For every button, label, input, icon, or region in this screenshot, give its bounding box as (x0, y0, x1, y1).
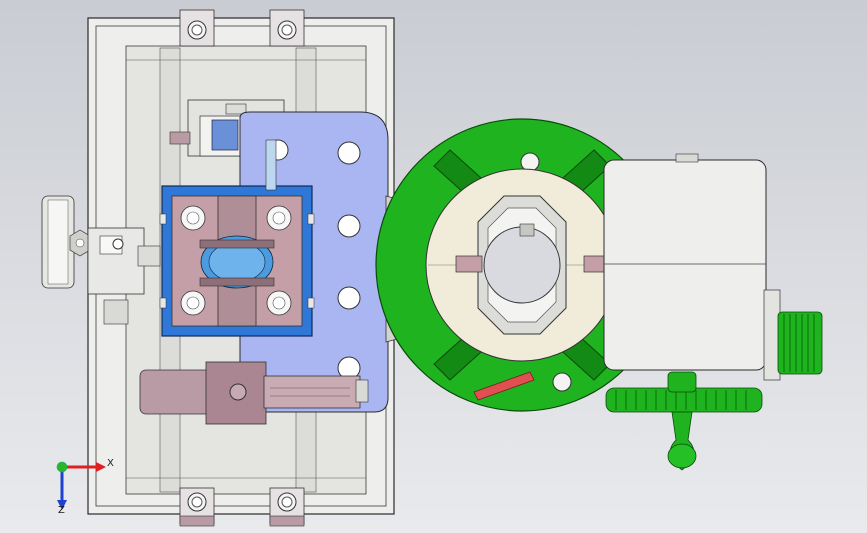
y-axis-dot (56, 461, 68, 473)
gear-box[interactable] (603, 153, 781, 381)
x-axis-label: X (107, 458, 114, 469)
bottom-clamp-left (179, 487, 215, 527)
z-axis-label: Z (58, 505, 65, 516)
adjustment-knob[interactable] (777, 311, 823, 375)
bottom-clamp-right (269, 487, 305, 527)
top-clamp-right (269, 9, 305, 47)
pressure-gauge[interactable] (41, 195, 75, 289)
cad-assembly-drawing[interactable]: X Z (0, 0, 867, 533)
cad-viewport[interactable]: X Z (0, 0, 867, 533)
top-clamp-left (179, 9, 215, 47)
hex-fitting (69, 229, 91, 257)
handwheel-handle[interactable] (667, 371, 697, 471)
